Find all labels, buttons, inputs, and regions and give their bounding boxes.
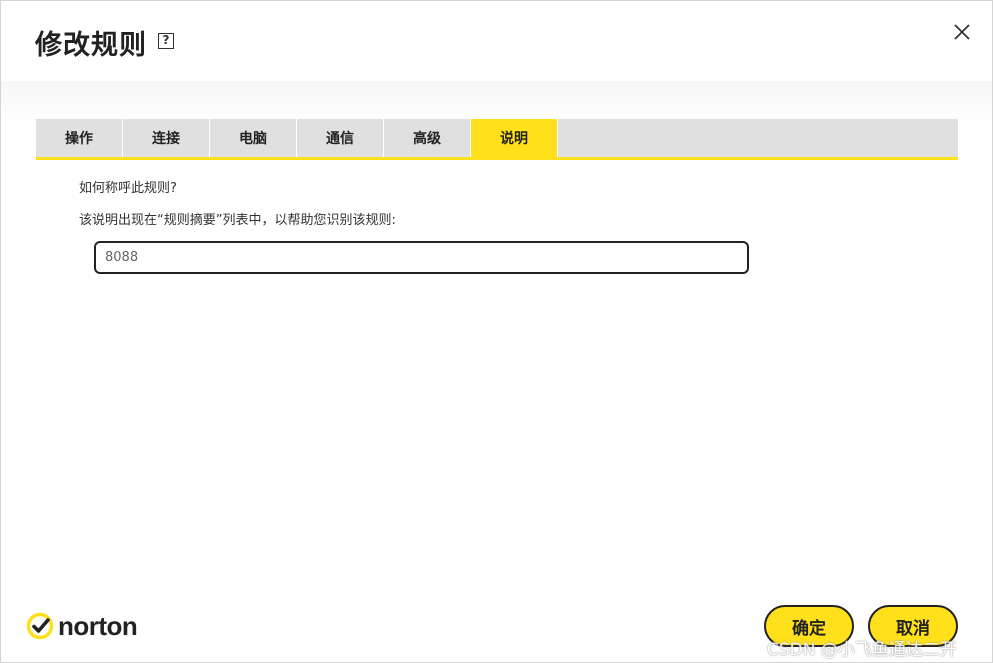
close-icon[interactable] [951, 21, 973, 43]
tab-operation[interactable]: 操作 [36, 119, 123, 157]
dialog-title: 修改规则 [35, 30, 147, 61]
tab-communication[interactable]: 通信 [297, 119, 384, 157]
watermark: CSDN @小飞鱼通达二开 [767, 640, 957, 660]
rule-description-input[interactable] [94, 241, 749, 274]
brand-name: norton [58, 610, 138, 641]
header-band [1, 81, 992, 121]
tab-connection[interactable]: 连接 [123, 119, 210, 157]
help-icon[interactable]: ? [158, 33, 174, 49]
title-bar: 修改规则 ? [1, 1, 992, 81]
rule-description-hint: 该说明出现在“规则摘要”列表中，以帮助您识别该规则: [79, 213, 396, 228]
tab-computer[interactable]: 电脑 [210, 119, 297, 157]
norton-check-icon [26, 612, 54, 640]
rule-name-question: 如何称呼此规则? [79, 181, 177, 196]
tab-advanced[interactable]: 高级 [384, 119, 471, 157]
modify-rule-dialog: 修改规则 ? 操作 连接 电脑 通信 高级 说明 如何称呼此规则? 该说明出现在… [0, 0, 993, 663]
norton-logo: norton [26, 610, 138, 642]
tab-description[interactable]: 说明 [471, 119, 558, 157]
tab-strip: 操作 连接 电脑 通信 高级 说明 [36, 119, 958, 160]
